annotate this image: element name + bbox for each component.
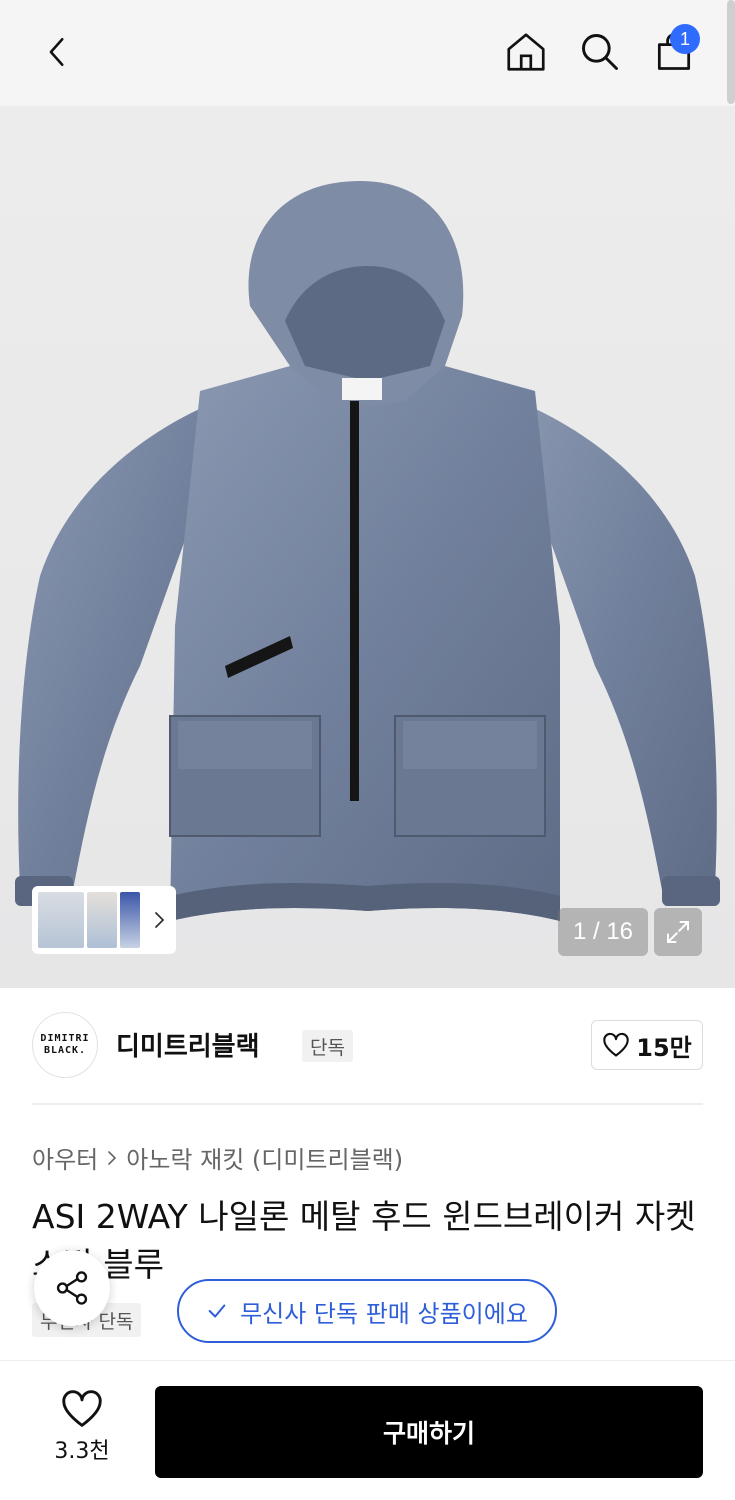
thumbnail-strip[interactable] xyxy=(32,886,176,954)
brand-logo[interactable]: DIMITRI BLACK. xyxy=(32,1012,98,1078)
brand-exclusive-tag: 단독 xyxy=(302,1030,353,1062)
expand-icon xyxy=(667,921,689,943)
thumbnail-2[interactable] xyxy=(87,892,117,948)
search-button[interactable] xyxy=(574,26,626,78)
home-icon xyxy=(507,33,545,71)
share-icon xyxy=(56,1271,88,1305)
check-icon xyxy=(208,1304,226,1318)
heart-icon xyxy=(603,1032,629,1057)
home-button[interactable] xyxy=(500,26,552,78)
product-image xyxy=(15,181,720,921)
exclusive-sale-banner[interactable]: 무신사 단독 판매 상품이에요 xyxy=(177,1279,557,1343)
product-image-gallery[interactable]: 1 / 16 xyxy=(0,106,735,988)
scrollbar[interactable] xyxy=(727,0,735,104)
exclusive-sale-label: 무신사 단독 판매 상품이에요 xyxy=(240,1299,528,1328)
thumbnail-3[interactable] xyxy=(120,892,140,948)
chevron-right-icon xyxy=(108,1150,117,1165)
brand-name[interactable]: 디미트리블랙 xyxy=(116,1026,260,1063)
back-button[interactable] xyxy=(32,26,84,78)
thumbnail-1[interactable] xyxy=(38,892,84,948)
wishlist-button[interactable]: 3.3천 xyxy=(40,1389,124,1475)
heart-icon xyxy=(62,1390,102,1427)
divider xyxy=(32,1103,703,1105)
breadcrumb-subcategory[interactable]: 아노락 재킷 (디미트리블랙) xyxy=(126,1140,403,1175)
brand-like-button[interactable]: 15만 xyxy=(591,1020,703,1070)
cart-button[interactable]: 1 xyxy=(648,24,700,78)
brand-logo-line1: DIMITRI xyxy=(40,1033,90,1044)
brand-like-count: 15만 xyxy=(636,1033,692,1062)
bottom-action-bar: 3.3천 구매하기 xyxy=(0,1360,735,1500)
brand-logo-line2: BLACK. xyxy=(43,1045,87,1056)
chevron-right-icon[interactable] xyxy=(153,910,167,930)
search-icon xyxy=(582,34,618,70)
wishlist-count: 3.3천 xyxy=(54,1439,110,1464)
top-nav-bar: 1 xyxy=(0,0,735,106)
product-title: ASI 2WAY 나일론 메탈 후드 윈드브레이커 자켓 스틸 블루 xyxy=(32,1197,696,1284)
chevron-left-icon xyxy=(49,37,64,67)
brand-row: DIMITRI BLACK. 디미트리블랙 단독 15만 xyxy=(32,1012,703,1078)
cart-count-badge: 1 xyxy=(670,24,700,54)
breadcrumb-category[interactable]: 아우터 xyxy=(32,1140,98,1175)
share-button[interactable] xyxy=(34,1250,110,1326)
image-counter: 1 / 16 xyxy=(558,908,648,956)
buy-button[interactable]: 구매하기 xyxy=(155,1386,703,1478)
expand-button[interactable] xyxy=(654,908,702,956)
breadcrumb: 아우터 아노락 재킷 (디미트리블랙) xyxy=(32,1140,403,1175)
